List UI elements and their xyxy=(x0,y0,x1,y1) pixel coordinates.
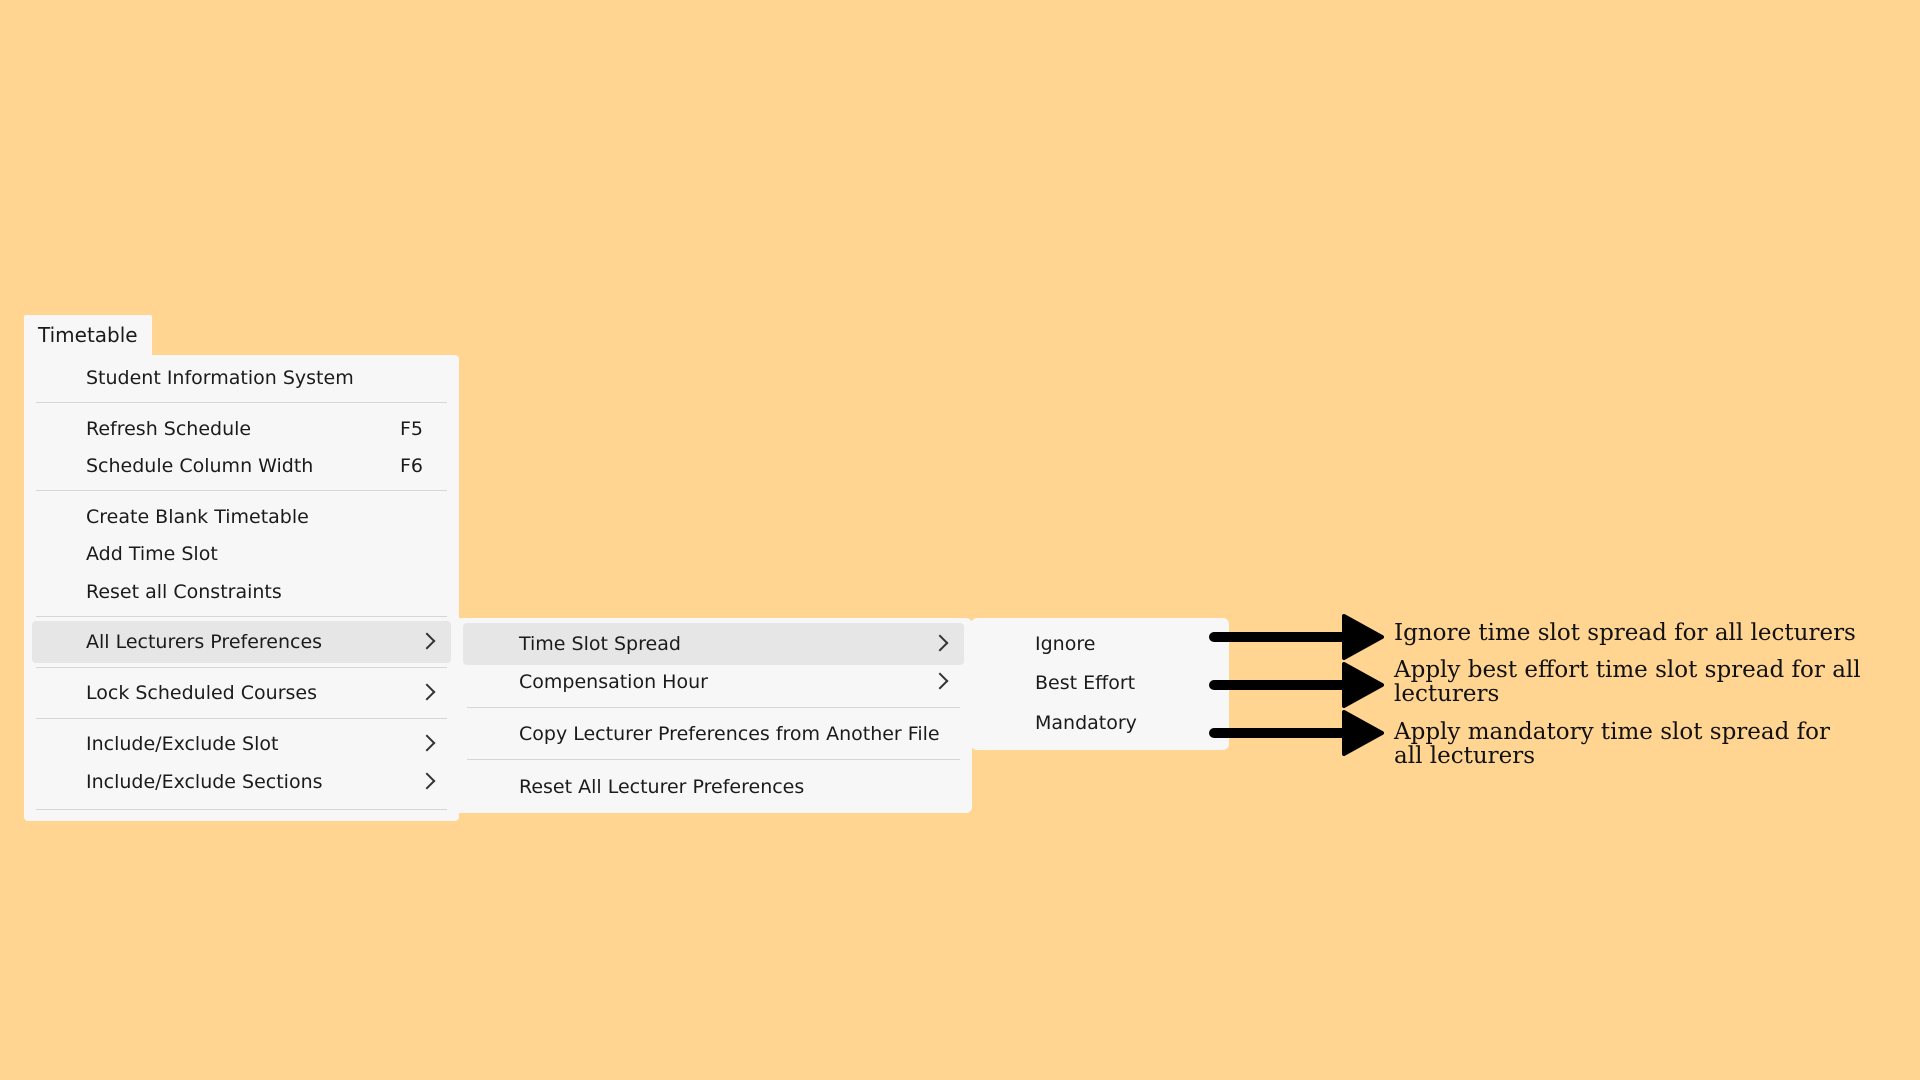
menu-item-include-exclude-sections[interactable]: Include/Exclude Sections xyxy=(32,761,451,803)
menu-item-include-exclude-slot[interactable]: Include/Exclude Slot xyxy=(32,723,451,765)
menu-item-label: Mandatory xyxy=(1035,712,1137,734)
menu-separator xyxy=(36,402,447,403)
menu-item-label: Reset all Constraints xyxy=(86,581,282,603)
menu-separator xyxy=(36,667,447,668)
chevron-right-icon xyxy=(931,672,949,690)
menu-item-ignore[interactable]: Ignore xyxy=(979,623,1221,665)
menu-separator xyxy=(467,707,960,708)
menu-item-compensation-hour[interactable]: Compensation Hour xyxy=(463,661,964,703)
arrow-icon xyxy=(1209,662,1384,708)
timetable-menu: Student Information System Refresh Sched… xyxy=(24,355,459,821)
shortcut-f5: F5 xyxy=(399,418,423,440)
menu-item-label: Time Slot Spread xyxy=(519,633,681,655)
arrow-icon xyxy=(1209,614,1384,660)
menu-item-best-effort[interactable]: Best Effort xyxy=(979,662,1221,704)
menu-item-label: Reset All Lecturer Preferences xyxy=(519,776,805,798)
menu-item-mandatory[interactable]: Mandatory xyxy=(979,702,1221,744)
menu-item-label: Refresh Schedule xyxy=(86,418,252,440)
menu-item-create-blank-timetable[interactable]: Create Blank Timetable xyxy=(32,496,451,538)
time-slot-spread-submenu: Ignore Best Effort Mandatory xyxy=(971,618,1229,750)
menu-item-label: Include/Exclude Sections xyxy=(86,771,323,793)
menu-separator xyxy=(36,616,447,617)
menu-item-label: Add Time Slot xyxy=(86,543,218,565)
menu-separator xyxy=(36,809,447,810)
menu-item-label: Lock Scheduled Courses xyxy=(86,682,318,704)
menu-item-copy-lecturer-preferences[interactable]: Copy Lecturer Preferences from Another F… xyxy=(463,713,964,755)
menu-item-label: Ignore xyxy=(1035,633,1096,655)
menu-item-reset-all-lecturer-preferences[interactable]: Reset All Lecturer Preferences xyxy=(463,766,964,808)
annotation-ignore: Ignore time slot spread for all lecturer… xyxy=(1394,620,1856,646)
lecturers-preferences-submenu: Time Slot Spread Compensation Hour Copy … xyxy=(455,618,972,813)
menu-item-label: Best Effort xyxy=(1035,672,1136,694)
annotation-best-effort: Apply best effort time slot spread for a… xyxy=(1394,657,1861,707)
chevron-right-icon xyxy=(418,683,436,701)
chevron-right-icon xyxy=(418,734,436,752)
menu-item-lock-scheduled-courses[interactable]: Lock Scheduled Courses xyxy=(32,672,451,714)
menu-item-time-slot-spread[interactable]: Time Slot Spread xyxy=(463,623,964,665)
menu-item-label: Schedule Column Width xyxy=(86,455,314,477)
menu-item-label: All Lecturers Preferences xyxy=(86,631,323,653)
menubar-timetable[interactable]: Timetable xyxy=(24,315,152,355)
menu-item-add-time-slot[interactable]: Add Time Slot xyxy=(32,533,451,575)
menu-item-label: Include/Exclude Slot xyxy=(86,733,279,755)
chevron-right-icon xyxy=(418,772,436,790)
menu-item-label: Compensation Hour xyxy=(519,671,708,693)
menu-item-schedule-column-width[interactable]: Schedule Column Width F6 xyxy=(32,445,451,487)
shortcut-f6: F6 xyxy=(399,455,423,477)
menu-item-label: Copy Lecturer Preferences from Another F… xyxy=(519,723,940,745)
chevron-right-icon xyxy=(418,632,436,650)
menu-separator xyxy=(36,718,447,719)
menu-item-student-information-system[interactable]: Student Information System xyxy=(32,357,451,399)
menu-item-label: Student Information System xyxy=(86,367,354,389)
arrow-icon xyxy=(1209,710,1384,756)
menu-separator xyxy=(36,490,447,491)
menu-separator xyxy=(467,759,960,760)
annotation-mandatory: Apply mandatory time slot spread for all… xyxy=(1394,719,1831,769)
menu-item-refresh-schedule[interactable]: Refresh Schedule F5 xyxy=(32,408,451,450)
menu-item-all-lecturers-preferences[interactable]: All Lecturers Preferences xyxy=(32,621,451,663)
chevron-right-icon xyxy=(931,634,949,652)
menu-item-label: Create Blank Timetable xyxy=(86,506,309,528)
menu-item-reset-all-constraints[interactable]: Reset all Constraints xyxy=(32,571,451,613)
